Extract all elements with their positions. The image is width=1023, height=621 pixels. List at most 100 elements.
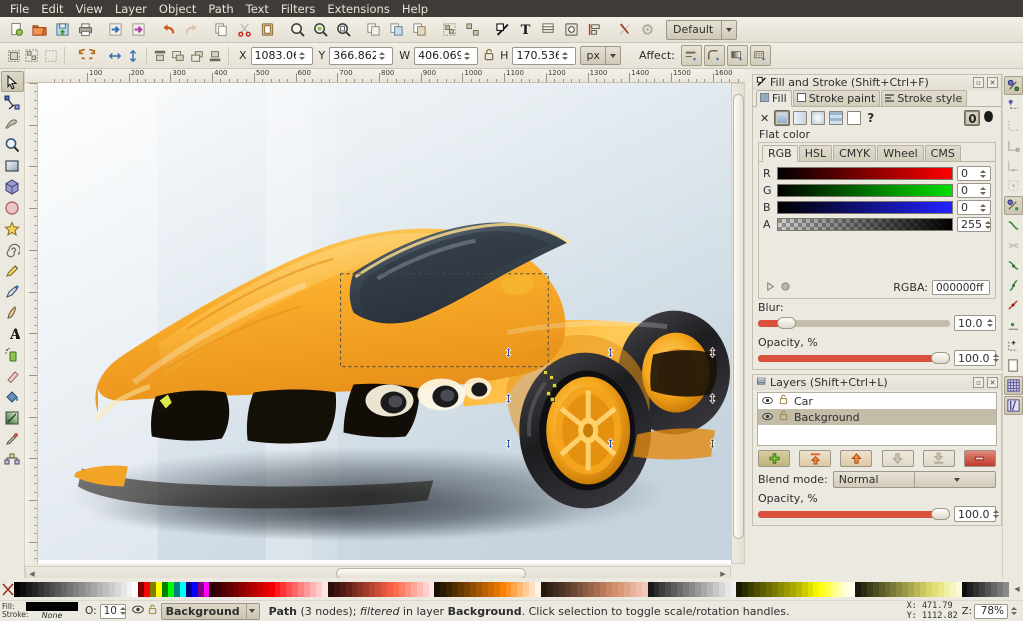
ungroup-button[interactable] (461, 19, 484, 41)
dropper-tool[interactable] (1, 428, 24, 449)
spray-tool[interactable] (1, 344, 24, 365)
y-stepper[interactable] (378, 48, 387, 64)
eye-icon[interactable] (762, 411, 773, 424)
opacity-input[interactable]: 10 (100, 604, 126, 619)
undo-button[interactable] (157, 19, 180, 41)
fill-stroke-dialog-button[interactable] (491, 19, 514, 41)
blur-input[interactable]: 10.0 (954, 315, 996, 331)
channel-a-slider[interactable] (777, 218, 953, 231)
lock-ratio-icon[interactable] (483, 48, 495, 64)
selection-handle-n[interactable] (605, 347, 614, 356)
palette-swatch[interactable] (1003, 582, 1009, 597)
opacity-stepper[interactable] (117, 603, 126, 619)
snap-page-border-button[interactable] (1004, 356, 1023, 375)
gradient-stop-icon[interactable] (780, 281, 791, 295)
fill-stroke-indicator-values[interactable]: None (26, 602, 78, 620)
paste-button[interactable] (256, 19, 279, 41)
preferences-button[interactable] (613, 19, 636, 41)
minimize-icon[interactable]: ▫ (973, 77, 984, 88)
gradient-tool[interactable] (1, 407, 24, 428)
align-distribute-button[interactable] (583, 19, 606, 41)
pattern-icon[interactable] (829, 111, 843, 125)
y-value[interactable] (330, 48, 378, 64)
channel-r-input[interactable]: 0 (957, 166, 991, 181)
flip-horizontal-button[interactable] (105, 45, 123, 67)
x-value[interactable] (252, 48, 298, 64)
menu-item-edit[interactable]: Edit (35, 1, 69, 17)
zoom-selection-button[interactable] (286, 19, 309, 41)
y-input[interactable] (329, 47, 393, 65)
channel-r-stepper[interactable] (974, 166, 991, 182)
selector-tool[interactable] (1, 71, 24, 92)
x-stepper[interactable] (298, 48, 307, 64)
channel-g-stepper[interactable] (974, 183, 991, 199)
fill-opacity-slider[interactable] (758, 355, 950, 362)
channel-a-stepper[interactable] (982, 217, 991, 233)
select-all-layers-button[interactable] (23, 45, 41, 67)
snap-midpoints-button[interactable] (1004, 296, 1023, 315)
zoom-stepper[interactable] (1010, 603, 1019, 619)
vertical-scroll-thumb[interactable] (733, 94, 744, 539)
fill-opacity-slider-knob[interactable] (931, 352, 950, 364)
text-properties-button[interactable]: T (514, 19, 537, 41)
snap-bbox-edges-button[interactable] (1004, 116, 1023, 135)
selection-handle-w[interactable] (503, 393, 512, 402)
zoom-tool[interactable] (1, 134, 24, 155)
h-input[interactable] (512, 47, 576, 65)
unlink-clone-button[interactable] (408, 19, 431, 41)
group-button[interactable] (438, 19, 461, 41)
xml-editor-button[interactable] (560, 19, 583, 41)
layer-row-background[interactable]: Background (758, 409, 996, 425)
channel-b-input[interactable]: 0 (957, 200, 991, 215)
layer-row-car[interactable]: Car (758, 393, 996, 409)
eye-icon[interactable] (762, 395, 773, 408)
preset-combo[interactable]: Default (666, 20, 737, 40)
connector-tool[interactable] (1, 449, 24, 470)
pen-tool[interactable] (1, 281, 24, 302)
text-tool[interactable]: A (1, 323, 24, 344)
snap-path-intersections-button[interactable] (1004, 236, 1023, 255)
palette-scroll-right-icon[interactable]: ◀ (1011, 583, 1023, 595)
flip-vertical-button[interactable] (124, 45, 142, 67)
snap-paths-button[interactable] (1004, 216, 1023, 235)
unlock-icon[interactable] (779, 394, 788, 408)
lower-layer-button[interactable] (882, 450, 914, 467)
redo-button[interactable] (180, 19, 203, 41)
star-tool[interactable] (1, 218, 24, 239)
eye-icon[interactable] (132, 605, 144, 617)
affect-stroke-width-button[interactable] (681, 45, 702, 66)
radial-gradient-icon[interactable] (811, 111, 825, 125)
blur-stepper[interactable] (983, 315, 996, 331)
raise-layer-button[interactable] (840, 450, 872, 467)
save-document-button[interactable] (51, 19, 74, 41)
tab-stroke-paint[interactable]: Stroke paint (793, 90, 881, 106)
path-node-marker[interactable] (550, 397, 555, 402)
fill-rule-nonzero-icon[interactable] (983, 111, 996, 125)
channel-g-input[interactable]: 0 (957, 183, 991, 198)
menu-item-text[interactable]: Text (240, 1, 275, 17)
path-node-marker[interactable] (546, 391, 551, 396)
layer-opacity-slider[interactable] (758, 511, 950, 518)
layer-name-car[interactable]: Car (794, 395, 813, 408)
path-node-marker[interactable] (543, 370, 548, 375)
layer-list[interactable]: Car Background (757, 392, 997, 446)
lower-to-bottom-button[interactable] (206, 45, 224, 67)
select-all-button[interactable] (5, 45, 23, 67)
snap-grids-button[interactable] (1004, 376, 1023, 395)
swatch-icon[interactable] (847, 111, 861, 125)
color-palette[interactable]: ◀ (0, 578, 1023, 600)
close-icon[interactable]: ✕ (987, 77, 998, 88)
channel-b-stepper[interactable] (974, 200, 991, 216)
tweak-tool[interactable] (1, 113, 24, 134)
tab-stroke-style[interactable]: Stroke style (881, 90, 967, 106)
pencil-tool[interactable] (1, 260, 24, 281)
rotate-ccw-button[interactable] (69, 45, 87, 67)
blend-mode-combo[interactable]: Normal (833, 471, 996, 488)
minimize-icon[interactable]: ▫ (973, 377, 984, 388)
x-input[interactable] (251, 47, 313, 65)
cut-button[interactable] (233, 19, 256, 41)
zoom-input[interactable]: 78% (974, 604, 1008, 619)
menu-item-object[interactable]: Object (153, 1, 202, 17)
unlock-icon[interactable] (148, 604, 157, 618)
copy-button[interactable] (210, 19, 233, 41)
